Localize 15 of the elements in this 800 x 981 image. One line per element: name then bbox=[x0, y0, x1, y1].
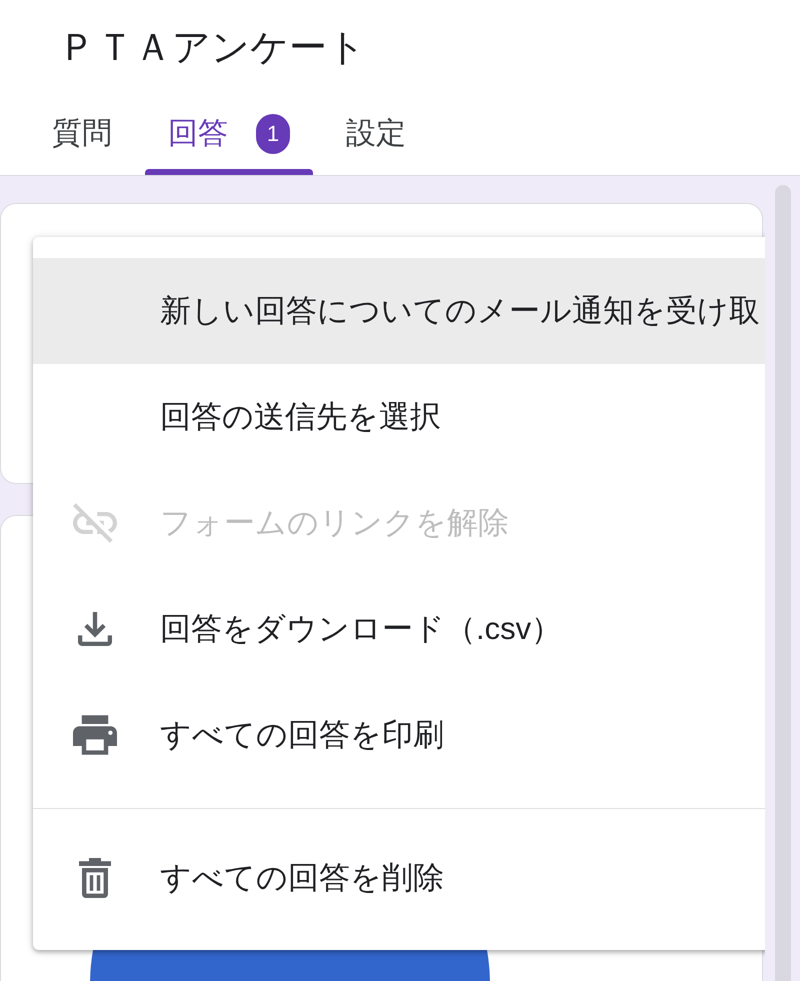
menu-item[interactable]: すべての回答を削除 bbox=[33, 825, 765, 931]
scrollbar-thumb[interactable] bbox=[775, 185, 791, 981]
count-badge: 1 bbox=[256, 114, 290, 154]
trash-icon bbox=[79, 858, 111, 898]
menu-item[interactable]: 回答をダウンロード（.csv） bbox=[33, 576, 765, 682]
tab[interactable]: 質問 bbox=[29, 92, 135, 175]
form-title: ＰＴＡアンケート bbox=[58, 26, 366, 70]
link-off-icon bbox=[73, 503, 117, 543]
tab[interactable]: 設定 bbox=[323, 92, 429, 175]
printer-icon bbox=[73, 715, 117, 755]
menu-item[interactable]: 新しい回答についてのメール通知を受け取 bbox=[33, 258, 765, 364]
menu-item[interactable]: 回答の送信先を選択 bbox=[33, 364, 765, 470]
menu-item[interactable]: すべての回答を印刷 bbox=[33, 682, 765, 788]
tab[interactable]: 回答 1 bbox=[145, 92, 313, 175]
download-icon bbox=[78, 612, 112, 646]
